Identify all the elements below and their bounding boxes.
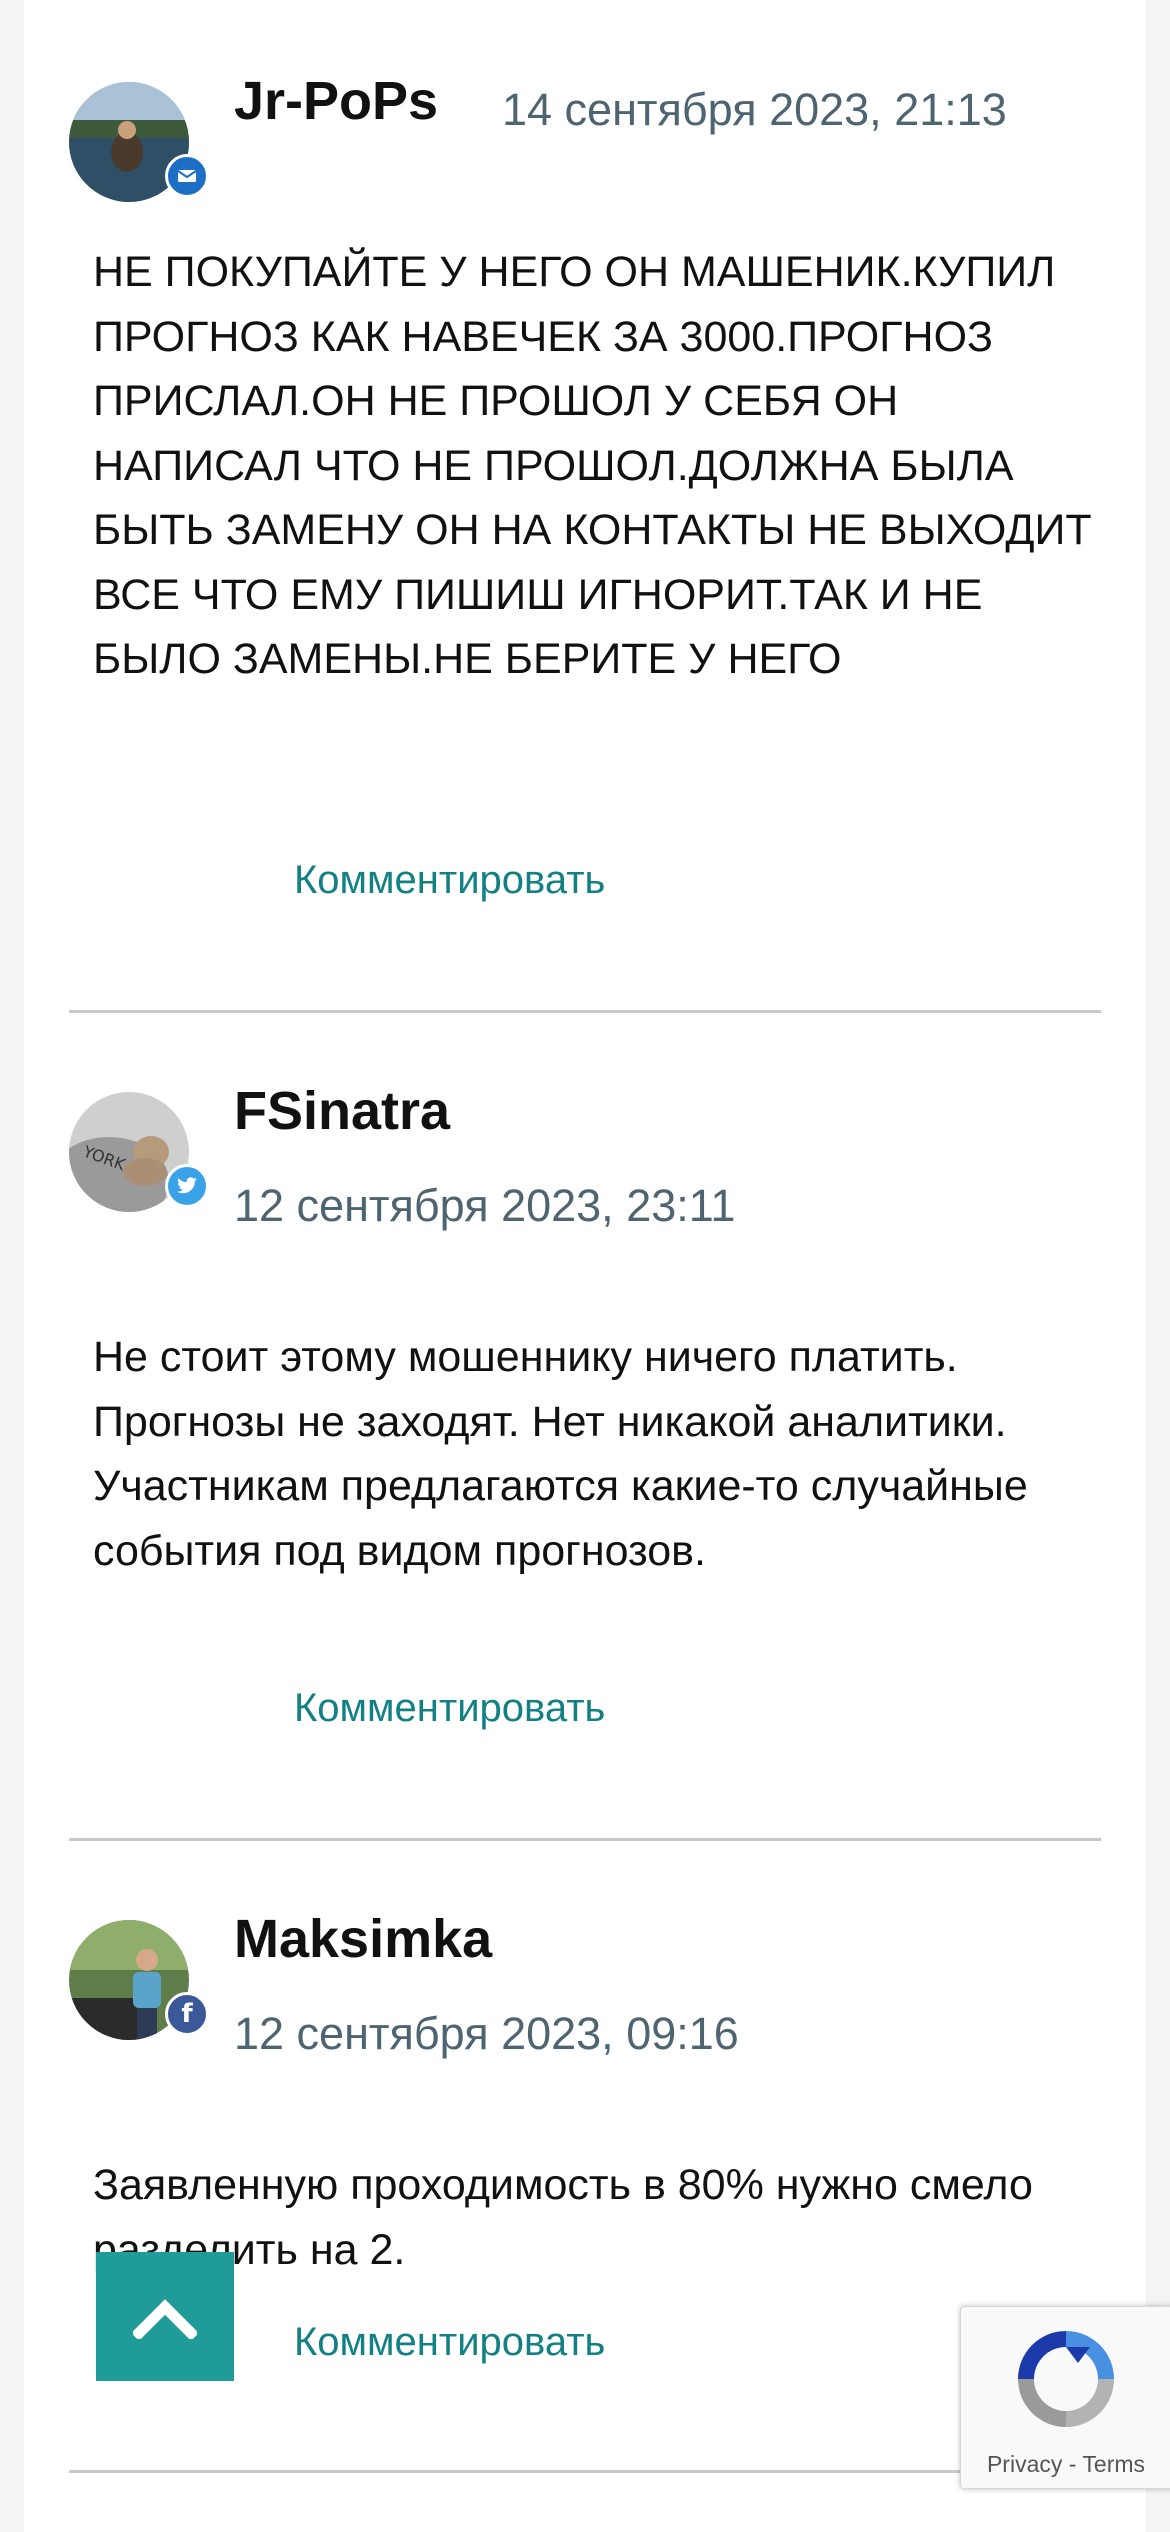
facebook-icon: f xyxy=(165,1992,209,2036)
reply-link[interactable]: Комментировать xyxy=(294,858,605,903)
comment-text: НЕ ПОКУПАЙТЕ У НЕГО ОН МАШЕНИК.КУПИЛ ПРО… xyxy=(93,248,1092,683)
comment-date: 12 сентября 2023, 23:11 xyxy=(234,1180,736,1231)
link-separator: - xyxy=(1068,2451,1077,2477)
comment-date: 14 сентября 2023, 21:13 xyxy=(502,84,1007,135)
recaptcha-icon xyxy=(1018,2331,1114,2427)
scroll-to-top-button[interactable] xyxy=(96,2252,234,2381)
comment-author[interactable]: Jr-PoPs xyxy=(234,70,438,132)
divider xyxy=(69,2470,1101,2473)
reply-link[interactable]: Комментировать xyxy=(294,2320,605,2365)
terms-link[interactable]: Terms xyxy=(1082,2451,1145,2477)
recaptcha-badge[interactable]: Privacy - Terms xyxy=(960,2306,1170,2489)
twitter-icon xyxy=(165,1164,209,1208)
divider xyxy=(69,1838,1101,1841)
divider xyxy=(69,1010,1101,1013)
comment-text: Не стоит этому мошеннику ничего платить.… xyxy=(93,1333,1028,1575)
privacy-link[interactable]: Privacy xyxy=(987,2451,1062,2477)
comment-text: Заявленную проходимость в 80% нужно смел… xyxy=(93,2161,1033,2274)
recaptcha-links: Privacy - Terms xyxy=(961,2451,1170,2478)
comments-page: Jr-PoPs 14 сентября 2023, 21:13 НЕ ПОКУП… xyxy=(24,0,1146,2532)
comment-author[interactable]: Maksimka xyxy=(234,1908,492,1970)
comment-date: 12 сентября 2023, 09:16 xyxy=(234,2008,739,2059)
mail-icon xyxy=(165,154,209,198)
comment-author[interactable]: FSinatra xyxy=(234,1080,450,1142)
reply-link[interactable]: Комментировать xyxy=(294,1686,605,1731)
chevron-up-icon xyxy=(133,2298,197,2339)
